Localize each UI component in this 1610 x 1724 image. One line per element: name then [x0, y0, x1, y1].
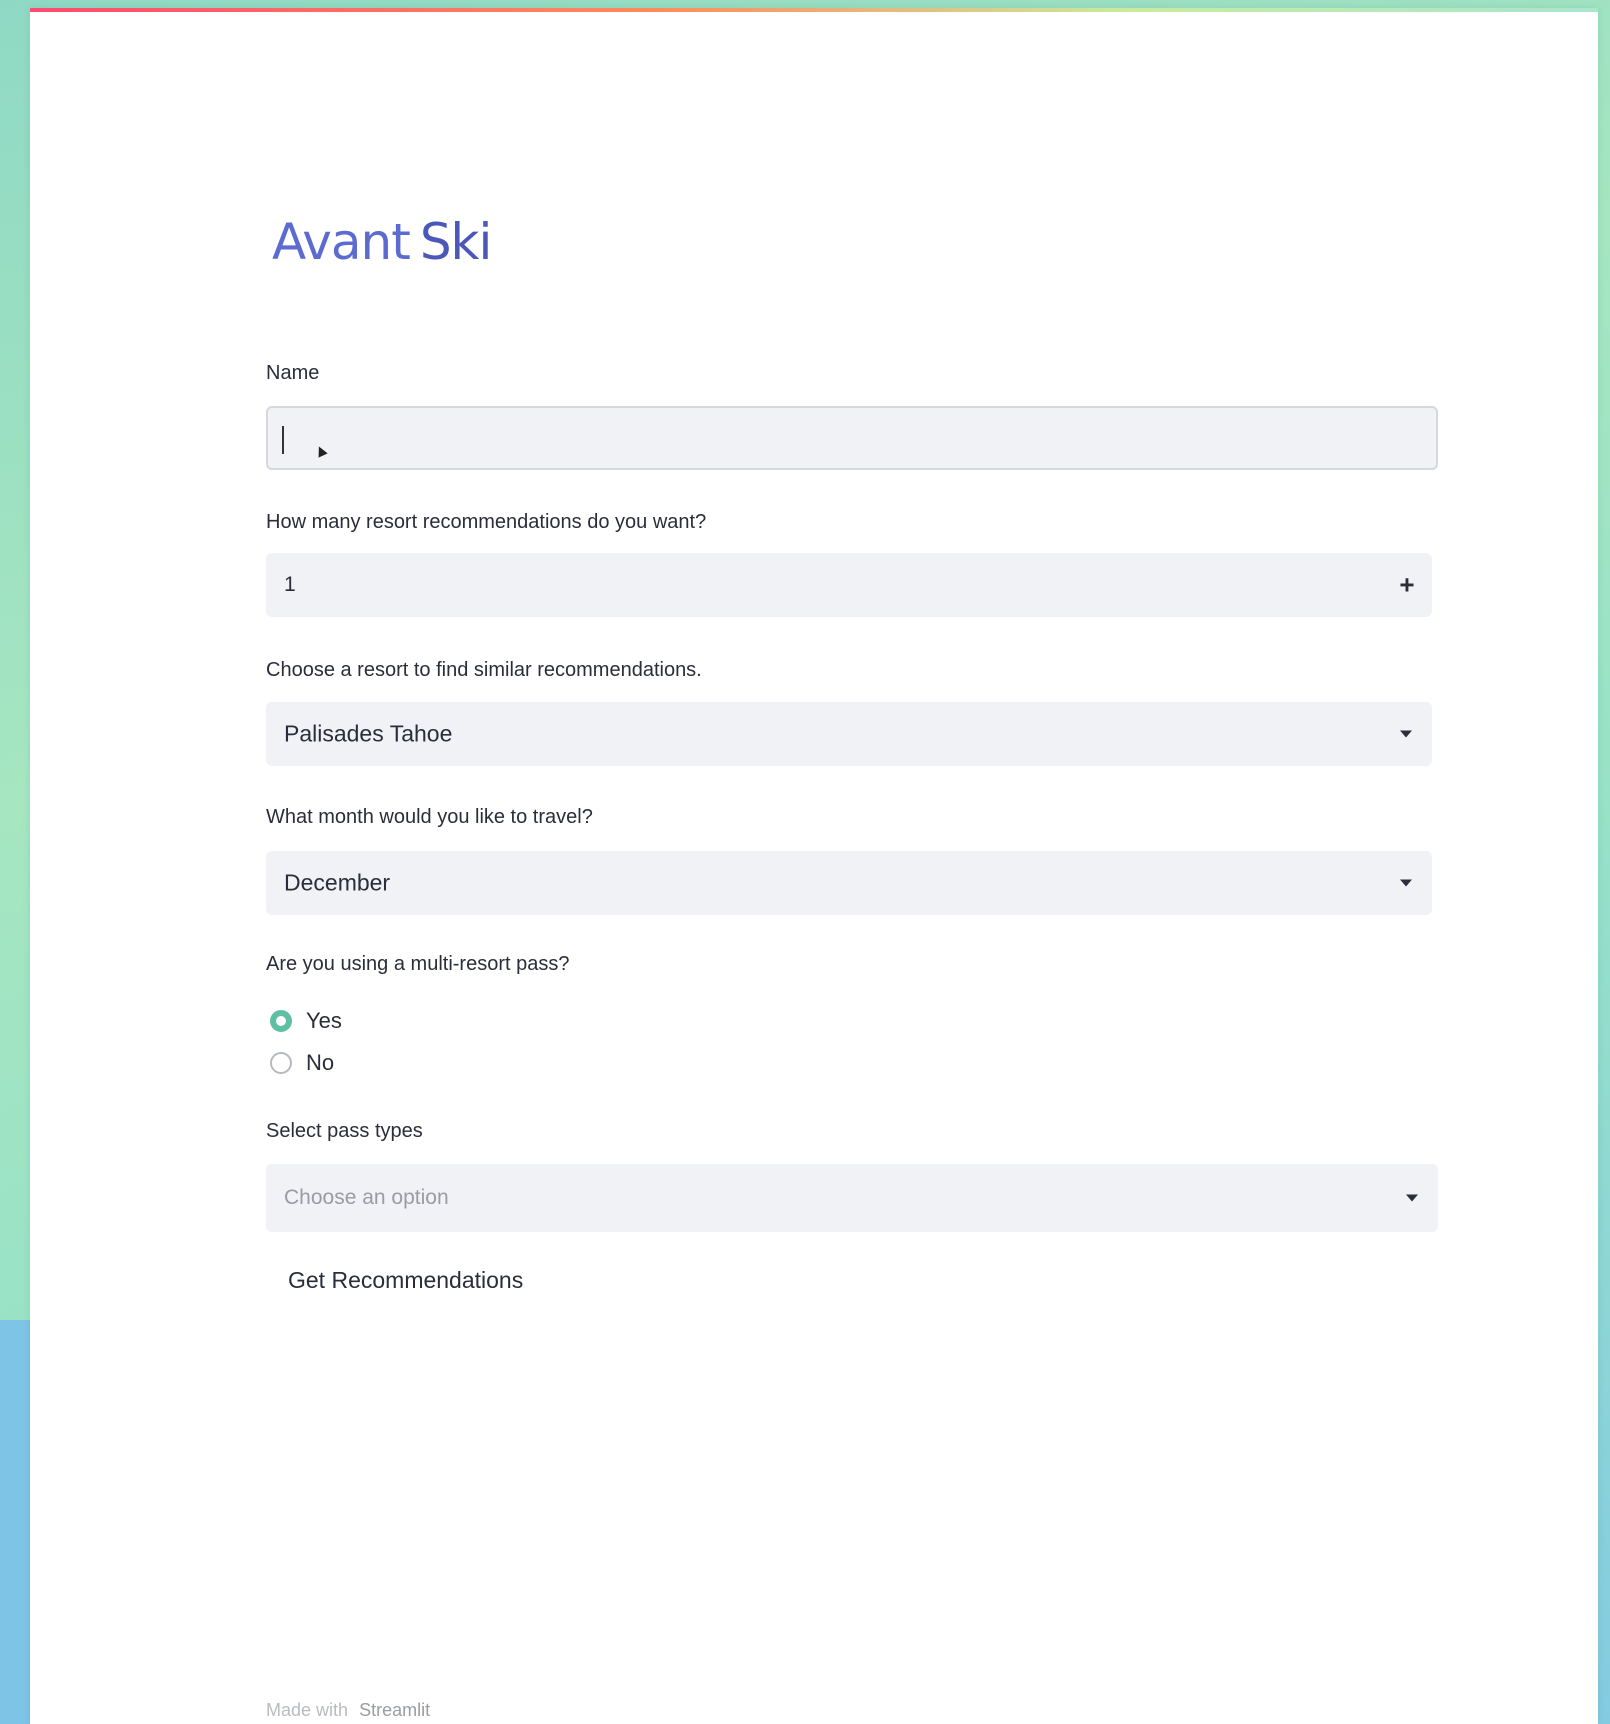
resort-select[interactable]: Palisades Tahoe [266, 702, 1432, 766]
radio-label-yes: Yes [306, 1008, 342, 1033]
recommendations-count-value: 1 [284, 573, 296, 596]
footer-brand-link[interactable]: Streamlit [359, 1700, 430, 1720]
app-window: Avant Ski Name How many resort recommend… [30, 8, 1598, 1724]
name-input[interactable] [266, 406, 1438, 470]
increment-button[interactable]: + [1392, 570, 1422, 601]
pass-types-label: Select pass types [266, 1120, 423, 1142]
month-label: What month would you like to travel? [266, 806, 593, 828]
resort-select-value: Palisades Tahoe [284, 720, 453, 747]
app-logo: Avant Ski [272, 213, 493, 273]
mouse-cursor-icon [314, 444, 328, 458]
month-select[interactable]: December [266, 851, 1432, 915]
radio-option-yes[interactable]: Yes [270, 1004, 342, 1038]
multi-resort-pass-label: Are you using a multi-resort pass? [266, 953, 570, 975]
recommendations-count-label: How many resort recommendations do you w… [266, 511, 707, 533]
footer-prefix: Made with [266, 1700, 349, 1720]
main-content: Avant Ski Name How many resort recommend… [258, 8, 1464, 1724]
pass-types-multiselect[interactable]: Choose an option [266, 1164, 1438, 1232]
radio-button-yes[interactable] [270, 1010, 292, 1032]
logo-text-ski: Ski [419, 213, 493, 271]
logo-text-avant: Avant [272, 213, 411, 271]
get-recommendations-button[interactable]: Get Recommendations [266, 1248, 556, 1312]
chevron-down-icon [1406, 1194, 1418, 1202]
pass-types-placeholder: Choose an option [284, 1186, 449, 1209]
radio-option-no[interactable]: No [270, 1046, 334, 1080]
month-select-value: December [284, 869, 391, 896]
name-label: Name [266, 362, 320, 384]
radio-label-no: No [306, 1050, 335, 1075]
chevron-down-icon [1400, 730, 1412, 738]
footer: Made with Streamlit [266, 1700, 430, 1721]
resort-label: Choose a resort to find similar recommen… [266, 659, 702, 681]
chevron-down-icon [1400, 879, 1412, 887]
text-caret [282, 426, 284, 454]
radio-button-no[interactable] [270, 1052, 292, 1074]
recommendations-count-input[interactable]: 1 + [266, 553, 1432, 617]
